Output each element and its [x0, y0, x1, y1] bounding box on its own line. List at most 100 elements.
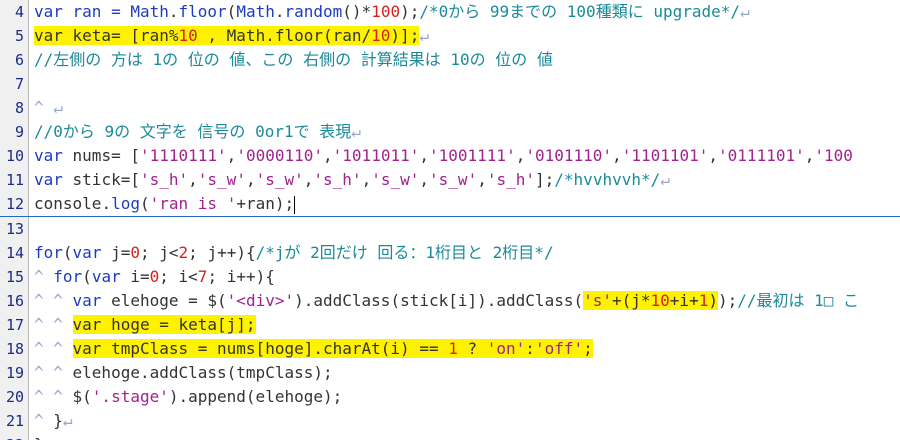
code-text[interactable]: console.log('ran is '+ran); [34, 192, 296, 216]
line-number: 9 [14, 123, 24, 141]
code-text[interactable]: ^ ^ var tmpClass = nums[hoge].charAt(i) … [34, 337, 593, 361]
code-line[interactable]: 17 ^ ^ var hoge = keta[j]; [0, 313, 900, 337]
code-line[interactable]: 5 var keta= [ran%10 , Math.floor(ran/10)]… [0, 24, 900, 48]
code-line[interactable]: 8 ^ ↵ [0, 96, 900, 120]
highlighted-token: : [525, 339, 535, 358]
code-line[interactable]: 9 //0から 9の 文字を 信号の 0or1で 表現↵ [0, 120, 900, 144]
code-token: , [515, 146, 526, 165]
code-token: 's_h' [313, 170, 362, 189]
code-token: '0101110' [525, 146, 613, 165]
code-token: log [111, 194, 140, 213]
code-text[interactable]: var ran = Math.floor(Math.random()*100);… [34, 0, 750, 24]
code-token: , [245, 170, 256, 189]
tab-marker: ^ [34, 363, 54, 382]
code-token: ( [62, 243, 73, 262]
highlighted-token: 10 [371, 26, 391, 45]
line-break-marker: ↵ [419, 26, 429, 45]
code-token: ; j< [140, 243, 179, 262]
code-token: , [303, 170, 314, 189]
code-text[interactable]: ^ }↵ [34, 409, 73, 433]
highlighted-token: 'on' [486, 339, 526, 358]
code-token: $( [72, 387, 92, 406]
code-text[interactable]: ^ for(var i=0; i<7; i++){ [34, 265, 275, 289]
line-number: 19 [5, 364, 24, 382]
code-lines[interactable]: 4 var ran = Math.floor(Math.random()*100)… [0, 0, 900, 440]
code-token: , [419, 170, 430, 189]
text-caret [294, 195, 296, 214]
highlighted-token: 's' [583, 291, 612, 310]
tab-marker: ^ [34, 291, 54, 310]
code-token: ; i++){ [207, 267, 275, 286]
code-token: j= [101, 243, 131, 262]
code-token: 's_w' [371, 170, 420, 189]
code-token: Math [236, 2, 275, 21]
line-number: 12 [5, 195, 24, 213]
code-line[interactable]: 19 ^ ^ elehoge.addClass(tmpClass); [0, 361, 900, 385]
code-token: 0 [149, 267, 160, 286]
code-line[interactable]: 6 //左側の 方は 1の 位の 値、この 右側の 計算結果は 10の 位の 値 [0, 48, 900, 72]
code-line[interactable]: 7 [0, 72, 900, 96]
code-text[interactable]: } [34, 433, 44, 440]
code-token: '100 [814, 146, 853, 165]
code-line[interactable]: 4 var ran = Math.floor(Math.random()*100)… [0, 0, 900, 24]
code-text[interactable]: var nums= ['1110111','0000110','1011011'… [34, 144, 853, 168]
code-text[interactable]: var stick=['s_h','s_w','s_w','s_h','s_w'… [34, 168, 670, 192]
tab-marker: ^ [34, 98, 54, 117]
code-line[interactable]: 14 for(var j=0; j<2; j++){/*jが 2回だけ 回る：1桁… [0, 241, 900, 265]
code-text[interactable]: ^ ↵ [34, 96, 63, 120]
code-token: , [804, 146, 815, 165]
code-line[interactable]: 21 ^ }↵ [0, 409, 900, 433]
code-line[interactable]: 13 [0, 217, 900, 241]
line-number: 16 [5, 292, 24, 310]
tab-marker: ^ [34, 411, 54, 430]
line-break-marker: ↵ [62, 411, 73, 430]
code-token: //左側の 方は 1の 位の 値、この 右側の 計算結果は 10の 位の 値 [34, 50, 553, 69]
code-line[interactable]: 16 ^ ^ var elehoge = $('<div>').addClass(… [0, 289, 900, 313]
code-token: elehoge.addClass(tmpClass); [72, 363, 333, 382]
code-text[interactable]: ^ ^ var hoge = keta[j]; [34, 313, 256, 337]
tab-marker: ^ [53, 315, 73, 334]
highlighted-token: 1 [448, 339, 458, 358]
code-token: var [72, 243, 102, 262]
code-token: '0111101' [718, 146, 805, 165]
highlighted-token: 10 [650, 291, 670, 310]
highlighted-token: ; [583, 339, 593, 358]
code-token: random [284, 2, 343, 21]
code-text[interactable]: ^ ^ elehoge.addClass(tmpClass); [34, 361, 333, 385]
code-token: i= [120, 267, 150, 286]
code-token: , [477, 170, 487, 189]
code-token: } [34, 435, 44, 440]
code-text[interactable]: for(var j=0; j<2; j++){/*jが 2回だけ 回る：1桁目と… [34, 241, 554, 265]
tab-marker: ^ [53, 291, 73, 310]
code-token: ); [717, 291, 738, 310]
code-line[interactable]: 20 ^ ^ $('.stage').append(elehoge); [0, 385, 900, 409]
code-token: '.stage' [91, 387, 169, 406]
code-token: 'ran is ' [149, 194, 237, 213]
code-line[interactable]: 18 ^ ^ var tmpClass = nums[hoge].charAt(i… [0, 337, 900, 361]
code-token: 0 [130, 243, 140, 262]
code-token: var [91, 267, 121, 286]
highlighted-token: ) [708, 291, 718, 310]
highlighted-token: 1 [698, 291, 709, 310]
code-line[interactable]: 10 var nums= ['1110111','0000110','101101… [0, 144, 900, 168]
code-token: '1101101' [621, 146, 709, 165]
code-token: /*jが 2回だけ 回る：1桁目と 2桁目*/ [255, 243, 554, 262]
code-text[interactable]: //左側の 方は 1の 位の 値、この 右側の 計算結果は 10の 位の 値 [34, 48, 553, 72]
highlighted-token: var hoge = keta[j]; [72, 315, 256, 334]
code-line[interactable]: 11 var stick=['s_h','s_w','s_w','s_h','s_… [0, 168, 900, 192]
line-number: 20 [5, 388, 24, 406]
code-editor[interactable]: 4 var ran = Math.floor(Math.random()*100)… [0, 0, 900, 440]
code-text[interactable]: //0から 9の 文字を 信号の 0or1で 表現↵ [34, 120, 361, 144]
code-token: 's_h' [139, 170, 189, 189]
code-token: , [612, 146, 622, 165]
code-text[interactable]: var keta= [ran%10 , Math.floor(ran/10)];… [34, 24, 429, 48]
code-token: floor [178, 2, 227, 21]
code-text[interactable]: ^ ^ $('.stage').append(elehoge); [34, 385, 342, 409]
tab-marker: ^ [53, 387, 73, 406]
code-line[interactable]: 12 console.log('ran is '+ran); [0, 192, 900, 217]
code-line[interactable]: 15 ^ for(var i=0; i<7; i++){ [0, 265, 900, 289]
highlighted-token: , Math.floor(ran/ [197, 26, 372, 45]
code-text[interactable]: ^ ^ var elehoge = $('<div>').addClass(st… [34, 289, 859, 313]
code-token: '1011011' [332, 146, 420, 165]
code-line[interactable]: 22} [0, 433, 900, 440]
